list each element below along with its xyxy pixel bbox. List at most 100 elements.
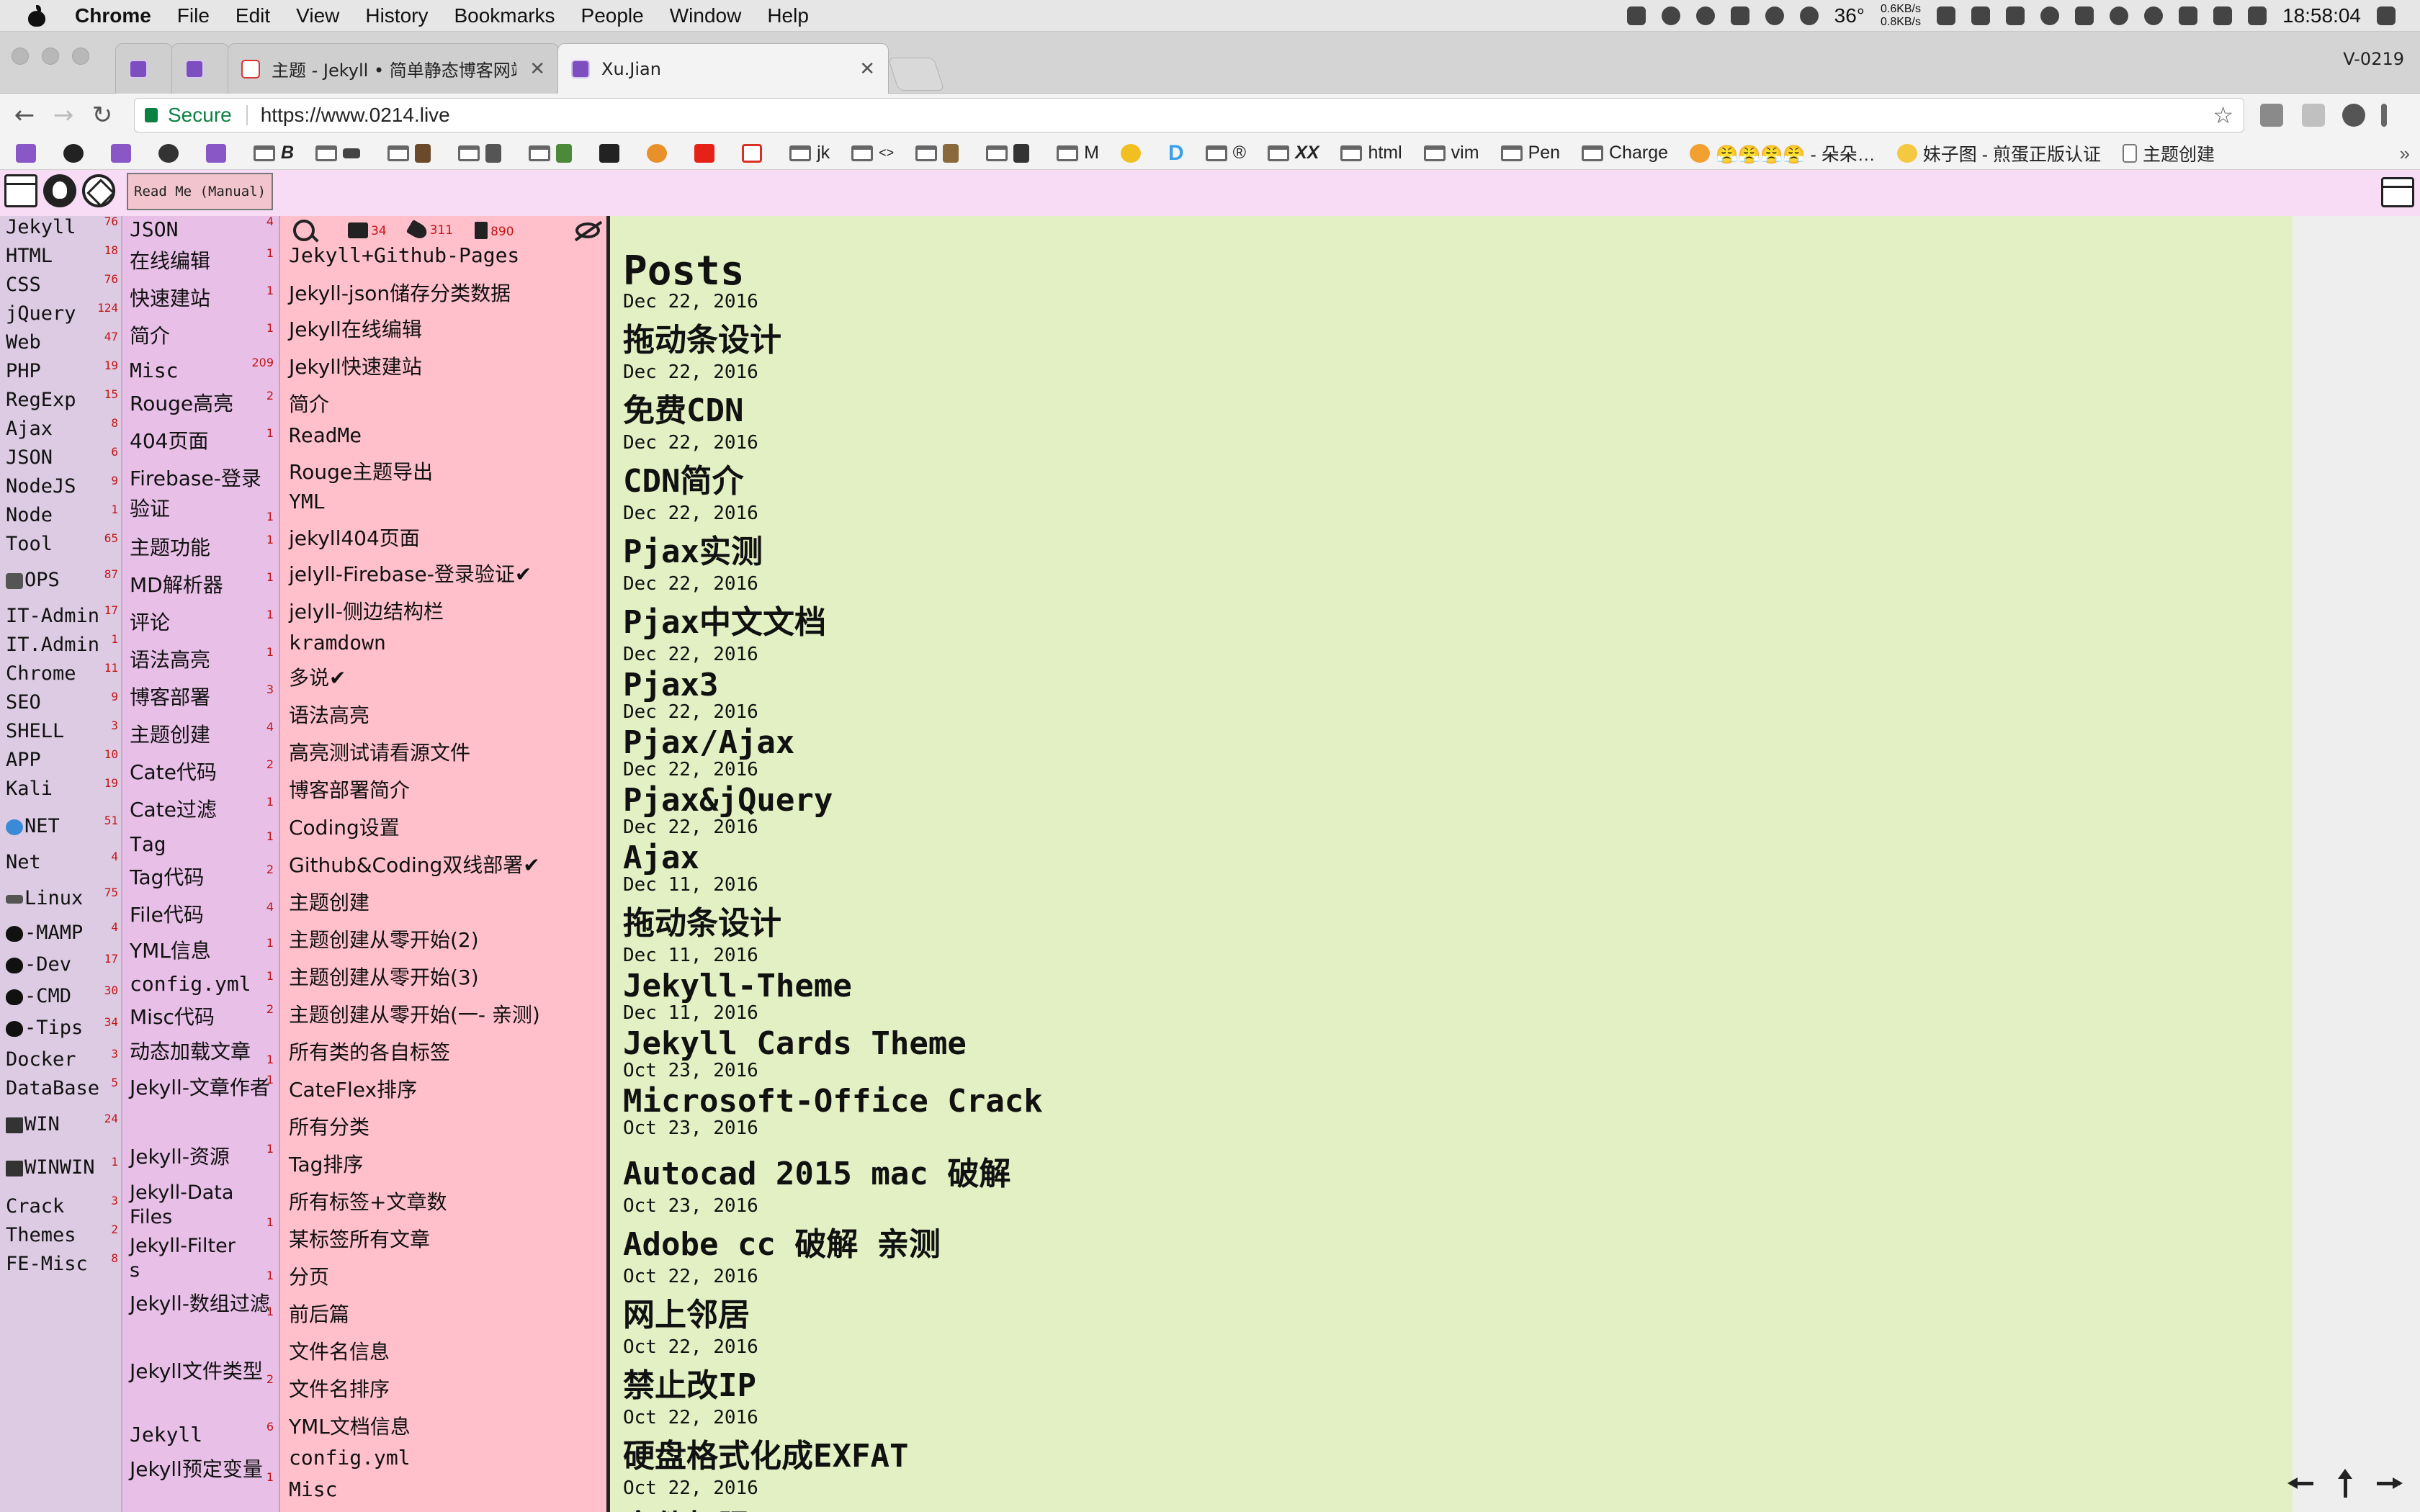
category-item[interactable]: -CMD 30 (6, 984, 118, 1007)
post-title-link[interactable]: Microsoft-Office Crack (623, 1083, 1043, 1120)
category-item[interactable]: Net 4 (6, 850, 118, 873)
post-title-link[interactable]: 拖动条设计 (623, 897, 781, 943)
article-link[interactable]: jelyll-侧边结构栏 (289, 596, 444, 625)
url-text[interactable]: https://www.0214.live (261, 104, 450, 127)
post-title-link[interactable]: Pjax中文文档 (623, 596, 826, 642)
post-title-link[interactable]: Jekyll-Theme (623, 968, 852, 1004)
tag-item[interactable]: Jekyll文件类型 2 (130, 1356, 278, 1387)
bookmark-item[interactable]: 妹子图 - 煎蛋正版认证 (1896, 140, 2101, 166)
bookmark-folder[interactable]: Pen (1500, 143, 1560, 163)
window-minimize-button[interactable] (42, 48, 59, 65)
input-method-icon[interactable] (2248, 6, 2267, 25)
bookmark-folder[interactable] (915, 143, 964, 163)
bookmark-folder[interactable]: Charge (1582, 143, 1668, 163)
article-link[interactable]: 语法高亮 (289, 700, 369, 729)
bookmark-folder[interactable]: B (254, 143, 294, 163)
article-link[interactable]: Coding设置 (289, 812, 400, 841)
article-link[interactable]: 主题创建从零开始(一- 亲测) (289, 999, 540, 1028)
tag-item[interactable]: 快速建站 1 (130, 284, 278, 314)
category-item[interactable]: Themes 2 (6, 1223, 118, 1246)
tab-close-icon[interactable]: ✕ (519, 58, 545, 80)
tab-pinned-2[interactable] (171, 43, 229, 94)
category-item[interactable]: Docker 3 (6, 1047, 118, 1071)
category-item[interactable]: -Tips 34 (6, 1015, 118, 1039)
tag-item[interactable]: File代码 4 (130, 900, 278, 930)
category-item[interactable]: Chrome 11 (6, 661, 118, 685)
bookmark-folder[interactable]: vim (1423, 143, 1479, 163)
article-link[interactable]: 所有类的各自标签 (289, 1037, 450, 1066)
tag-item[interactable]: 主题创建 4 (130, 720, 278, 750)
siri-icon[interactable] (2144, 6, 2163, 25)
bluetooth-icon[interactable] (2075, 6, 2094, 25)
tag-item[interactable]: 简介 1 (130, 321, 278, 351)
tag-item[interactable]: 主题功能 1 (130, 533, 278, 563)
grid-icon[interactable] (1971, 6, 1990, 25)
search-icon[interactable] (293, 220, 315, 241)
send-icon[interactable] (1937, 6, 1955, 25)
bookmark-item[interactable] (63, 143, 89, 163)
bookmark-folder[interactable]: html (1340, 143, 1402, 163)
back-button[interactable]: ← (10, 101, 39, 130)
menu-view[interactable]: View (296, 4, 339, 27)
bookmark-folder[interactable]: XX (1268, 143, 1319, 163)
article-link[interactable]: Jekyll+Github-Pages (289, 243, 519, 267)
cloud-icon[interactable] (1695, 6, 1715, 25)
bookmark-item[interactable] (599, 143, 625, 163)
menu-edit[interactable]: Edit (236, 4, 270, 27)
post-title-link[interactable]: Pjax实测 (623, 526, 763, 572)
category-item[interactable]: WINWIN 1 (6, 1155, 118, 1179)
category-item[interactable]: jQuery 124 (6, 301, 118, 325)
category-item[interactable]: OPS 87 (6, 567, 118, 591)
volume-icon[interactable] (2179, 6, 2197, 25)
category-item[interactable]: IT.Admin 1 (6, 632, 118, 656)
tag-item[interactable]: Jekyll-DataFiles 1 (130, 1181, 278, 1230)
article-link[interactable]: Misc (289, 1477, 337, 1501)
tag-item[interactable]: Jekyll-Filters 1 (130, 1234, 278, 1283)
bookmark-item[interactable] (206, 143, 232, 163)
apple-menu-icon[interactable] (27, 4, 46, 27)
tag-item[interactable]: Rouge高亮 2 (130, 389, 278, 419)
bookmark-item[interactable] (158, 143, 184, 163)
tag-item[interactable]: YML信息 1 (130, 936, 278, 966)
bookmark-item[interactable]: 主题创建 (2123, 140, 2215, 166)
bookmark-item[interactable] (111, 143, 137, 163)
article-link[interactable]: config.yml (289, 1446, 411, 1470)
article-link[interactable]: YML (289, 490, 326, 513)
tag-item[interactable]: 博客部署 3 (130, 683, 278, 713)
bookmark-folder[interactable]: jk (789, 143, 830, 163)
tag-item[interactable]: MD解析器 1 (130, 570, 278, 600)
post-title-link[interactable]: CDN简介 (623, 455, 743, 501)
category-item[interactable]: IT-Admin 17 (6, 603, 118, 627)
article-link[interactable]: 某标签所有文章 (289, 1224, 430, 1253)
tag-item[interactable]: Cate代码 2 (130, 757, 278, 788)
category-item[interactable]: NET 51 (6, 814, 118, 837)
article-link[interactable]: 主题创建从零开始(2) (289, 924, 479, 953)
category-item[interactable]: APP 10 (6, 747, 118, 771)
post-title-link[interactable]: Pjax&jQuery (623, 782, 833, 819)
bookmark-item[interactable] (16, 143, 42, 163)
bookmark-item[interactable] (1120, 143, 1147, 163)
calendar-extension-icon[interactable] (2302, 104, 2325, 127)
bookmark-folder[interactable]: M (1057, 143, 1099, 163)
category-item[interactable]: -MAMP 4 (6, 920, 118, 944)
category-item[interactable]: SHELL 3 (6, 719, 118, 742)
sidebar-toggle-icon[interactable] (4, 174, 37, 207)
article-link[interactable]: Rouge主题导出 (289, 456, 433, 485)
codepen-icon[interactable] (82, 174, 115, 207)
bookmark-folder[interactable] (458, 143, 507, 163)
top-arrow-icon[interactable] (2331, 1469, 2360, 1498)
category-item[interactable]: Kali 19 (6, 776, 118, 800)
article-link[interactable]: CateFlex排序 (289, 1074, 417, 1103)
post-title-link[interactable]: Pjax3 (623, 667, 718, 703)
category-item[interactable]: Linux 75 (6, 886, 118, 909)
tag-item[interactable]: 评论 1 (130, 608, 278, 638)
post-title-link[interactable]: 禁止改IP (623, 1359, 756, 1405)
post-title-link[interactable]: Pjax/Ajax (623, 724, 794, 761)
bookmark-folder[interactable] (315, 145, 366, 161)
battery-icon[interactable] (1626, 6, 1646, 25)
tag-item[interactable]: Misc 209 (130, 356, 278, 386)
category-item[interactable]: Jekyll 76 (6, 216, 118, 238)
tab-jekyll-themes[interactable]: 主题 - Jekyll • 简单静态博客网站 ✕ (228, 43, 559, 94)
category-item[interactable]: Crack 3 (6, 1194, 118, 1218)
article-link[interactable]: 分页 (289, 1261, 329, 1290)
